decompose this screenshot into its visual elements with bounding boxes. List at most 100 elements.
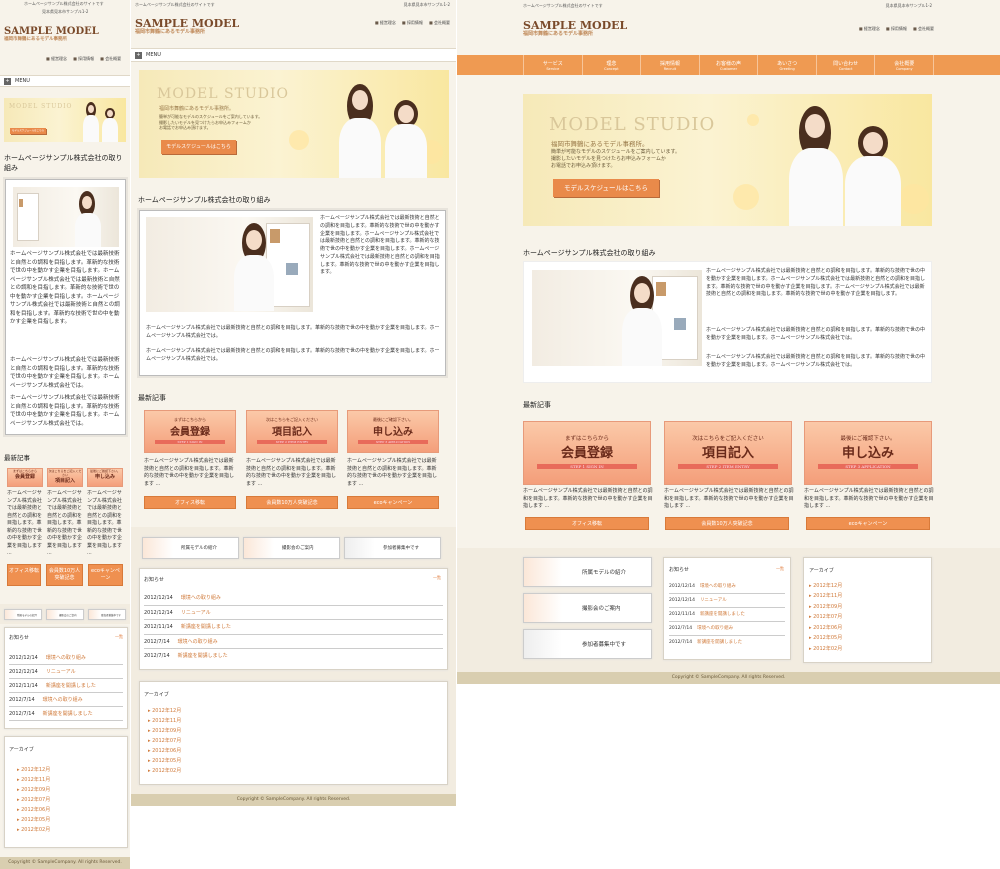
- archive-item[interactable]: 2012年05月: [144, 756, 443, 766]
- archive-item[interactable]: 2012年02月: [9, 825, 123, 835]
- archive-item[interactable]: 2012年06月: [9, 805, 123, 815]
- eco-campaign-button[interactable]: ecoキャンペーン: [88, 564, 123, 586]
- member-commemoration-button[interactable]: 会員数10万人突破記念: [46, 564, 83, 586]
- news-link[interactable]: 環境への取り組み: [46, 655, 86, 661]
- card-sign-in[interactable]: まずはこちらから 会員登録 STEP 1 SIGN IN: [523, 421, 651, 485]
- header-link-company[interactable]: 会社概要: [429, 20, 450, 25]
- header-link-company[interactable]: 会社概要: [100, 56, 121, 61]
- office-move-button[interactable]: オフィス移転: [144, 496, 236, 509]
- archive-item[interactable]: 2012年02月: [144, 766, 443, 776]
- site-logo[interactable]: SAMPLE MODEL 福岡市舞鶴にあるモデル事務所: [4, 27, 99, 43]
- archive-item[interactable]: 2012年05月: [9, 815, 123, 825]
- header-link-philosophy[interactable]: 経営理念: [375, 20, 396, 25]
- header-link-company[interactable]: 会社概要: [913, 26, 934, 31]
- news-more-link[interactable]: 一覧: [776, 566, 784, 572]
- nav-company[interactable]: 会社概要 Company: [875, 55, 935, 75]
- news-item[interactable]: 2012/7/14 新講座を開講しました: [9, 707, 123, 721]
- news-link[interactable]: 新講座を開講しました: [181, 624, 231, 630]
- office-move-button[interactable]: オフィス移転: [525, 517, 649, 530]
- card-sign-in[interactable]: まずはこちらから 会員登録: [7, 468, 43, 487]
- menu-bar[interactable]: + MENU: [131, 48, 456, 62]
- archive-item[interactable]: 2012年07月: [809, 612, 926, 623]
- archive-item[interactable]: 2012年07月: [9, 795, 123, 805]
- nav-concept[interactable]: 理念 Concept: [583, 55, 642, 75]
- news-link[interactable]: 環境への取り組み: [697, 626, 733, 631]
- member-commemoration-button[interactable]: 会員数10万人突破記念: [246, 496, 338, 509]
- hero-banner[interactable]: MODEL STUDIO 福岡市舞鶴にあるモデル事務所。 簡単が可能なモデルのス…: [523, 94, 932, 226]
- news-link[interactable]: 環境への取り組み: [181, 595, 221, 601]
- site-logo[interactable]: SAMPLE MODEL 福岡市舞鶴にあるモデル事務所: [523, 20, 627, 37]
- menu-bar[interactable]: + MENU: [0, 75, 130, 87]
- news-link[interactable]: 新講座を開講しました: [46, 683, 96, 689]
- archive-item[interactable]: 2012年12月: [809, 581, 926, 592]
- banner-models[interactable]: 所属モデルの紹介: [142, 537, 239, 559]
- eco-campaign-button[interactable]: ecoキャンペーン: [347, 496, 439, 509]
- news-item[interactable]: 2012/11/14 新講座を開講しました: [669, 608, 785, 622]
- card-sign-in[interactable]: まずはこちらから 会員登録 STEP 1 SIGN IN: [144, 410, 236, 453]
- header-link-philosophy[interactable]: 経営理念: [859, 26, 880, 31]
- news-item[interactable]: 2012/12/14 リニューアル: [669, 594, 785, 608]
- archive-item[interactable]: 2012年11月: [144, 716, 443, 726]
- news-more-link[interactable]: 一覧: [115, 634, 123, 640]
- hero-cta-button[interactable]: モデルスケジュールはこちら: [10, 128, 46, 134]
- header-link-recruit[interactable]: 採用情報: [886, 26, 907, 31]
- header-link-recruit[interactable]: 採用情報: [73, 56, 94, 61]
- header-link-philosophy[interactable]: 経営理念: [46, 56, 67, 61]
- banner-models[interactable]: 所属モデルの紹介: [4, 609, 42, 620]
- hero-cta-button[interactable]: モデルスケジュールはこちら: [553, 179, 659, 197]
- card-application[interactable]: 最後にご確認下さい。 申し込み STEP 3 APPLICATION: [804, 421, 932, 485]
- member-commemoration-button[interactable]: 会員数10万人突破記念: [665, 517, 789, 530]
- archive-item[interactable]: 2012年09月: [809, 602, 926, 613]
- banner-photo-session[interactable]: 撮影会のご案内: [46, 609, 84, 620]
- news-item[interactable]: 2012/12/14 環境への取り組み: [669, 580, 785, 594]
- news-link[interactable]: 新講座を開講しました: [178, 653, 228, 659]
- card-item-entry[interactable]: 次はこちらをご記入ください 項目記入 STEP 2 ITEM ENTRY: [664, 421, 792, 485]
- nav-service[interactable]: サービス Service: [523, 55, 583, 75]
- nav-greeting[interactable]: あいさつ Greeting: [758, 55, 817, 75]
- news-item[interactable]: 2012/12/14 リニューアル: [9, 665, 123, 679]
- news-link[interactable]: リニューアル: [700, 598, 727, 603]
- hero-banner[interactable]: MODEL STUDIO モデルスケジュールはこちら: [4, 98, 126, 142]
- news-item[interactable]: 2012/11/14 新講座を開講しました: [144, 620, 443, 635]
- news-item[interactable]: 2012/7/14 環境への取り組み: [9, 693, 123, 707]
- hero-banner[interactable]: MODEL STUDIO 福岡市舞鶴にあるモデル事務所。 簡単が可能なモデルのス…: [139, 70, 449, 178]
- office-move-button[interactable]: オフィス移転: [7, 564, 41, 586]
- archive-item[interactable]: 2012年09月: [9, 785, 123, 795]
- archive-item[interactable]: 2012年11月: [9, 775, 123, 785]
- news-item[interactable]: 2012/7/14 新講座を開講しました: [669, 636, 785, 650]
- news-item[interactable]: 2012/7/14 新講座を開講しました: [144, 649, 443, 664]
- banner-photo-session[interactable]: 撮影会のご案内: [523, 593, 652, 623]
- archive-item[interactable]: 2012年12月: [9, 765, 123, 775]
- card-item-entry[interactable]: 次はこちらをご記入ください 項目記入 STEP 2 ITEM ENTRY: [246, 410, 338, 453]
- news-item[interactable]: 2012/12/14 リニューアル: [144, 606, 443, 620]
- news-item[interactable]: 2012/7/14 環境への取り組み: [669, 622, 785, 636]
- news-link[interactable]: 環境への取り組み: [43, 697, 83, 703]
- news-link[interactable]: リニューアル: [181, 610, 211, 616]
- card-application[interactable]: 最後にご確認下さい。 申し込み: [87, 468, 123, 487]
- nav-contact[interactable]: 問い合わせ Contact: [817, 55, 876, 75]
- header-link-recruit[interactable]: 採用情報: [402, 20, 423, 25]
- news-more-link[interactable]: 一覧: [433, 575, 441, 581]
- archive-item[interactable]: 2012年05月: [809, 633, 926, 644]
- archive-item[interactable]: 2012年06月: [144, 746, 443, 756]
- archive-item[interactable]: 2012年11月: [809, 591, 926, 602]
- news-item[interactable]: 2012/12/14 環境への取り組み: [9, 651, 123, 665]
- news-link[interactable]: 新講座を開講しました: [700, 612, 745, 617]
- card-application[interactable]: 最後にご確認下さい。 申し込み STEP 3 APPLICATION: [347, 410, 439, 453]
- banner-recruiting[interactable]: 参加者募集中です: [344, 537, 441, 559]
- card-item-entry[interactable]: 次はこちらをご記入ください 項目記入: [47, 468, 83, 487]
- archive-item[interactable]: 2012年07月: [144, 736, 443, 746]
- news-link[interactable]: 環境への取り組み: [700, 584, 736, 589]
- news-link[interactable]: リニューアル: [46, 669, 76, 675]
- news-link[interactable]: 新講座を開講しました: [697, 640, 742, 645]
- archive-item[interactable]: 2012年12月: [144, 706, 443, 716]
- banner-photo-session[interactable]: 撮影会のご案内: [243, 537, 340, 559]
- banner-recruiting[interactable]: 参加者募集中です: [523, 629, 652, 659]
- archive-item[interactable]: 2012年09月: [144, 726, 443, 736]
- eco-campaign-button[interactable]: ecoキャンペーン: [806, 517, 930, 530]
- news-item[interactable]: 2012/7/14 環境への取り組み: [144, 635, 443, 649]
- nav-recruit[interactable]: 採用情報 Recruit: [641, 55, 700, 75]
- banner-recruiting[interactable]: 参加者募集中です: [88, 609, 126, 620]
- archive-item[interactable]: 2012年02月: [809, 644, 926, 655]
- hero-cta-button[interactable]: モデルスケジュールはこちら: [161, 140, 236, 154]
